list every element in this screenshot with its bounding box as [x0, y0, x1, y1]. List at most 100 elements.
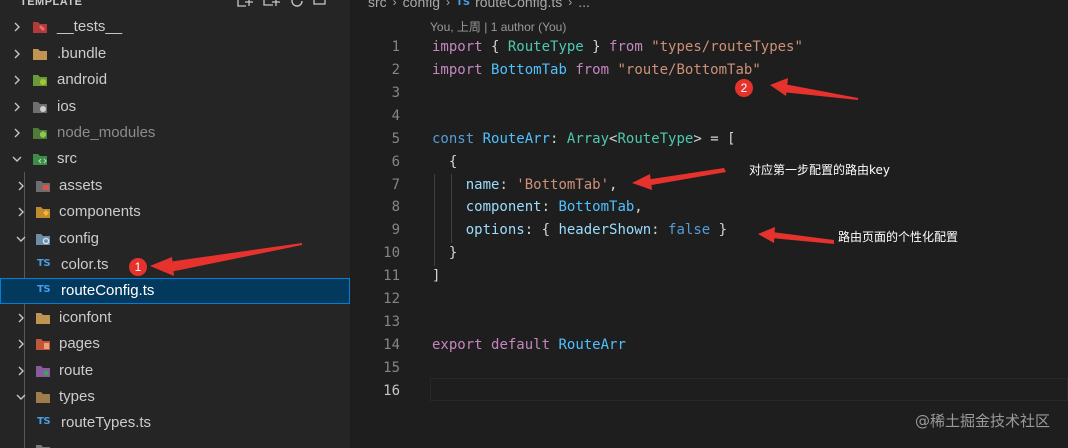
- folder-icon: [36, 445, 50, 448]
- tree-item-android[interactable]: android: [0, 67, 350, 93]
- tree-item-label: pages: [59, 335, 100, 352]
- token-punct: }: [710, 222, 728, 238]
- folder-icon: [33, 49, 47, 60]
- token-type: RouteType: [617, 131, 694, 147]
- code-line-1: import { RouteType } from "types/routeTy…: [432, 36, 803, 59]
- chevron-right-icon: [18, 339, 24, 349]
- tree-item-bundle[interactable]: .bundle: [0, 41, 350, 67]
- breadcrumb-segment[interactable]: src: [368, 0, 387, 10]
- code-line-9: options: { headerShown: false }: [432, 219, 727, 242]
- code-line-5: const RouteArr: Array<RouteType> = [: [432, 128, 736, 151]
- tree-item-routetypes-ts[interactable]: TS routeTypes.ts: [0, 410, 350, 436]
- tree-item-label: src: [57, 150, 77, 167]
- token-punct: ,: [609, 177, 618, 193]
- new-folder-icon[interactable]: [263, 0, 281, 8]
- chevron-right-icon: ›: [568, 0, 573, 9]
- tree-item-tests[interactable]: __tests__: [0, 14, 350, 40]
- chevron-right-icon: [14, 102, 20, 112]
- config-folder-icon: [36, 234, 50, 245]
- breadcrumb-more[interactable]: ...: [578, 0, 590, 10]
- explorer-title: TEMPLATE: [20, 0, 83, 8]
- code-line-14: export default RouteArr: [432, 334, 626, 357]
- current-line-highlight: [430, 378, 1068, 401]
- tree-item-label: routeTypes.ts: [61, 414, 152, 431]
- code-editor[interactable]: src › config › TS routeConfig.ts › ... Y…: [350, 0, 1068, 448]
- line-number: 3: [391, 85, 400, 101]
- annotation-badge-1: 1: [129, 258, 147, 276]
- token-punct: : {: [524, 222, 559, 238]
- explorer-sidebar: TEMPLATE __tests__ .bundle android ios n…: [0, 0, 350, 448]
- chevron-down-icon: [16, 394, 26, 400]
- code-line-2: import BottomTab from "route/BottomTab": [432, 59, 761, 82]
- code-line-7: name: 'BottomTab',: [432, 174, 618, 197]
- line-number: 7: [391, 177, 400, 193]
- refresh-icon[interactable]: [290, 0, 304, 8]
- breadcrumb-file[interactable]: routeConfig.ts: [475, 0, 562, 10]
- token-constant: false: [668, 222, 711, 238]
- ts-file-icon: TS: [37, 416, 51, 427]
- tree-item-config[interactable]: config: [0, 226, 350, 252]
- tree-item-assets[interactable]: assets: [0, 173, 350, 199]
- line-number: 10: [383, 245, 400, 261]
- tree-item-iconfont[interactable]: iconfont: [0, 305, 350, 331]
- line-number: 13: [383, 314, 400, 330]
- token-string: 'BottomTab': [516, 177, 610, 193]
- chevron-down-icon: [12, 156, 22, 162]
- tree-item-routeconfig-ts[interactable]: TS routeConfig.ts: [0, 278, 350, 304]
- code-line-11: ]: [432, 265, 440, 288]
- tests-folder-icon: [33, 22, 47, 33]
- tree-item-components[interactable]: components: [0, 199, 350, 225]
- line-number: 2: [391, 62, 400, 78]
- tree-item-node-modules[interactable]: node_modules: [0, 120, 350, 146]
- token-punct: ]: [432, 268, 441, 284]
- token-punct: ,: [634, 199, 643, 215]
- line-number: 4: [391, 108, 400, 124]
- tree-item-pages[interactable]: pages: [0, 331, 350, 357]
- token-property: component: [465, 199, 542, 215]
- token-punct: > = [: [693, 131, 736, 147]
- tree-item-src[interactable]: src: [0, 146, 350, 172]
- ts-file-icon: TS: [456, 0, 471, 8]
- tree-item-label: route: [59, 362, 94, 379]
- tree-item-types[interactable]: types: [0, 384, 350, 410]
- tree-item-label: components: [59, 203, 141, 220]
- annotation-note-options: 路由页面的个性化配置: [838, 230, 959, 244]
- new-file-icon[interactable]: [236, 0, 254, 8]
- breadcrumb-segment[interactable]: config: [403, 0, 440, 10]
- token-property: headerShown: [558, 222, 652, 238]
- token-keyword: export: [432, 337, 483, 353]
- token-identifier: RouteArr: [482, 131, 551, 147]
- chevron-right-icon: [14, 75, 20, 85]
- token-keyword: from: [575, 62, 610, 78]
- annotation-badge-2: 2: [735, 79, 753, 97]
- tree-item-ios[interactable]: ios: [0, 94, 350, 120]
- tree-item-partial: [0, 437, 350, 448]
- token-keyword: import: [432, 39, 483, 55]
- tree-item-label: ios: [57, 98, 77, 115]
- tree-item-route[interactable]: route: [0, 358, 350, 384]
- line-number: 11: [383, 268, 400, 284]
- token-punct: :: [651, 222, 669, 238]
- explorer-actions: [236, 0, 327, 8]
- tree-item-label: __tests__: [57, 18, 123, 35]
- line-number: 5: [391, 131, 400, 147]
- token-property: options: [465, 222, 525, 238]
- components-folder-icon: [36, 207, 50, 218]
- ts-file-icon: TS: [37, 258, 51, 269]
- token-keyword: from: [609, 39, 643, 55]
- tree-item-color-ts[interactable]: TS color.ts: [0, 252, 350, 278]
- codelens-blame[interactable]: You, 上周 | 1 author (You): [430, 18, 566, 35]
- src-folder-icon: [33, 154, 47, 165]
- code-line-6: {: [432, 151, 457, 174]
- code-line-8: component: BottomTab,: [432, 196, 643, 219]
- token-punct: {: [482, 39, 508, 55]
- tree-item-label: types: [59, 388, 95, 405]
- chevron-right-icon: ›: [392, 0, 397, 9]
- tree-item-label: assets: [59, 177, 103, 194]
- token-punct: }: [432, 245, 458, 261]
- collapse-all-icon[interactable]: [313, 0, 327, 8]
